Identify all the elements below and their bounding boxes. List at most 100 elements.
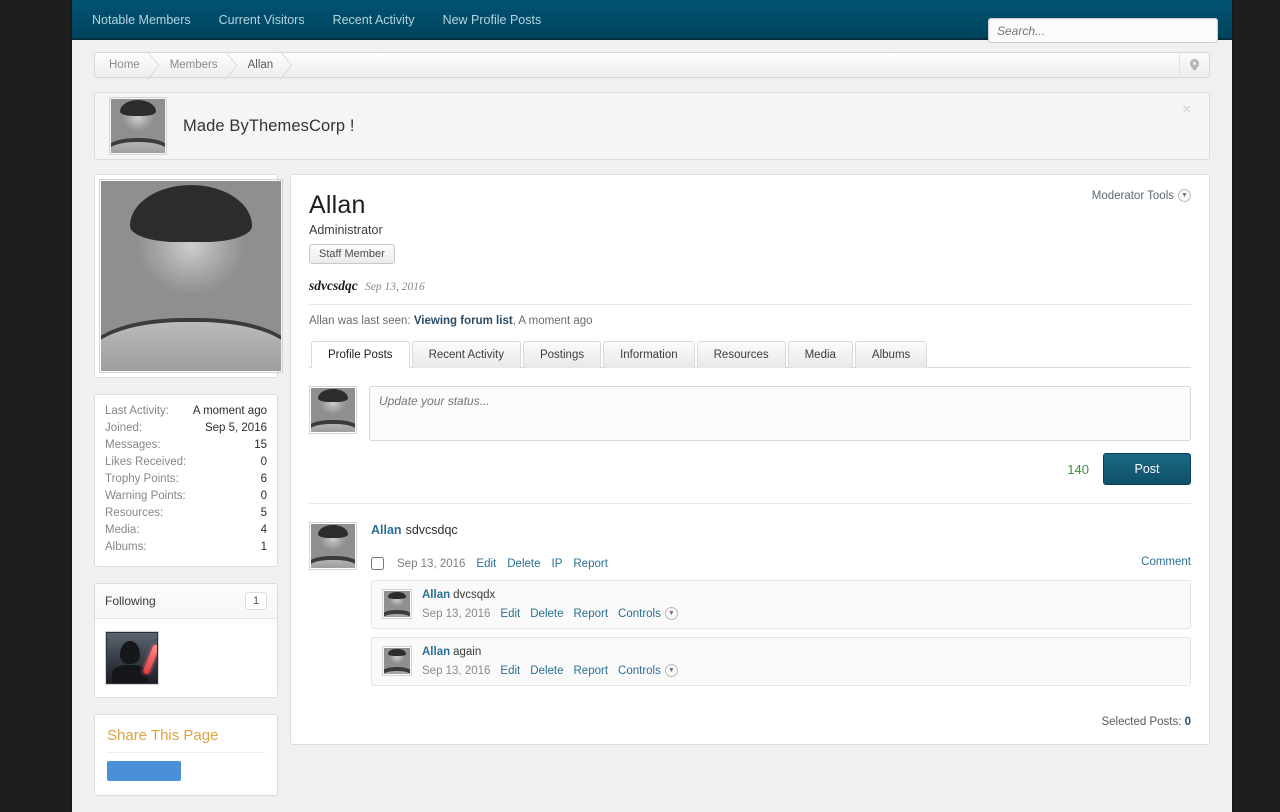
tab-postings[interactable]: Postings <box>522 341 602 368</box>
stat-row: Likes Received: 0 <box>105 454 267 471</box>
breadcrumb: Home Members Allan <box>94 52 1210 78</box>
post-meta: Sep 13, 2016 Edit Delete IP Report <box>371 557 1191 570</box>
selected-posts-count: 0 <box>1184 716 1191 728</box>
stat-row: Warning Points: 0 <box>105 488 267 505</box>
stat-label: Resources: <box>105 507 164 519</box>
tab-albums[interactable]: Albums <box>854 341 928 368</box>
post-edit-link[interactable]: Edit <box>476 558 496 570</box>
notice-text: Made ByThemesCorp ! <box>183 116 355 135</box>
search-input[interactable] <box>988 18 1218 43</box>
tab-resources[interactable]: Resources <box>696 341 786 368</box>
comment-author-avatar[interactable] <box>382 646 412 676</box>
stat-row: Joined: Sep 5, 2016 <box>105 420 267 437</box>
user-title: Administrator <box>309 223 383 237</box>
status-update-actions: 140 Post <box>309 453 1191 485</box>
comment-report-link[interactable]: Report <box>574 608 609 620</box>
comment-edit-link[interactable]: Edit <box>500 665 520 677</box>
comment-controls-label: Controls <box>618 664 661 677</box>
comment-delete-link[interactable]: Delete <box>530 665 563 677</box>
comment-body: Allan again Sep 13, 2016 Edit Delete Repo… <box>422 646 1180 677</box>
user-stats-block: Last Activity: A moment ago Joined: Sep … <box>94 394 278 567</box>
stat-label: Albums: <box>105 541 147 553</box>
comment-edit-link[interactable]: Edit <box>500 608 520 620</box>
profile-tabs: Profile Posts Recent Activity Postings I… <box>309 341 1191 368</box>
comment-message: again <box>453 646 482 658</box>
stat-row: Last Activity: A moment ago <box>105 403 267 420</box>
tab-information[interactable]: Information <box>603 341 695 368</box>
post-delete-link[interactable]: Delete <box>507 558 540 570</box>
nav-recent-activity[interactable]: Recent Activity <box>319 0 429 40</box>
character-counter: 140 <box>1067 461 1089 477</box>
post-report-link[interactable]: Report <box>573 558 608 570</box>
following-block: Following 1 <box>94 583 278 698</box>
nav-current-visitors[interactable]: Current Visitors <box>205 0 319 40</box>
comment-controls-button[interactable]: Controls ▼ <box>618 664 678 677</box>
chevron-down-circle-icon: ▼ <box>1178 189 1191 202</box>
comment-controls-button[interactable]: Controls ▼ <box>618 607 678 620</box>
status-input[interactable] <box>369 386 1191 441</box>
post-ip-link[interactable]: IP <box>552 558 563 570</box>
nav-notable-members[interactable]: Notable Members <box>92 0 205 40</box>
moderator-tools-label: Moderator Tools <box>1091 189 1174 202</box>
stat-value: 0 <box>260 456 267 468</box>
following-list <box>95 619 277 697</box>
chevron-down-circle-icon: ▼ <box>664 607 678 620</box>
stat-value: 15 <box>254 439 267 451</box>
comment-report-link[interactable]: Report <box>574 665 609 677</box>
moderator-tools-button[interactable]: Moderator Tools ▼ <box>1092 189 1191 202</box>
nav-new-profile-posts[interactable]: New Profile Posts <box>429 0 556 40</box>
breadcrumb-item-allan[interactable]: Allan <box>234 53 290 77</box>
divider <box>309 503 1191 504</box>
current-user-avatar <box>309 386 357 434</box>
location-pin-icon[interactable] <box>1179 53 1209 77</box>
stat-value: Sep 5, 2016 <box>204 422 267 434</box>
post-comment-link[interactable]: Comment <box>1141 556 1191 568</box>
top-navigation-bar: Notable Members Current Visitors Recent … <box>72 0 1232 43</box>
stat-label: Media: <box>105 524 140 536</box>
last-seen-link[interactable]: Viewing forum list <box>414 315 513 327</box>
comment-meta: Sep 13, 2016 Edit Delete Report Controls… <box>422 607 1180 620</box>
stat-value: 5 <box>260 507 267 519</box>
user-stats-list: Last Activity: A moment ago Joined: Sep … <box>95 395 277 566</box>
comment-author-link[interactable]: Allan <box>422 589 450 601</box>
stat-value: 1 <box>260 541 267 553</box>
stat-label: Likes Received: <box>105 456 187 468</box>
following-title: Following <box>105 594 156 608</box>
post-date: Sep 13, 2016 <box>397 557 466 570</box>
user-status-line: sdvcsdqc Sep 13, 2016 <box>309 278 1191 305</box>
following-header: Following 1 <box>95 584 277 619</box>
status-badge: Staff Member <box>309 244 395 264</box>
search-container <box>988 18 1218 43</box>
share-facebook-button[interactable] <box>107 761 181 781</box>
stat-value: A moment ago <box>192 405 267 417</box>
post-select-checkbox[interactable] <box>371 557 384 570</box>
user-status-date: Sep 13, 2016 <box>365 281 425 293</box>
notice-close-icon[interactable]: × <box>1176 101 1197 118</box>
post-author-link[interactable]: Allan <box>371 523 402 537</box>
post-button[interactable]: Post <box>1103 453 1191 485</box>
comment-date: Sep 13, 2016 <box>422 607 491 620</box>
profile-post: Allan sdvcsdqc Sep 13, 2016 Edit Delete I… <box>309 522 1191 744</box>
post-author-avatar[interactable] <box>309 522 357 570</box>
page-title: Allan <box>309 191 366 219</box>
comment-delete-link[interactable]: Delete <box>530 608 563 620</box>
status-update-form <box>309 386 1191 441</box>
comment-header: Allan dvcsqdx <box>422 589 1180 601</box>
stat-label: Joined: <box>105 422 143 434</box>
tab-profile-posts[interactable]: Profile Posts <box>311 341 410 368</box>
following-count: 1 <box>245 592 267 610</box>
selected-posts-label: Selected Posts: <box>1101 716 1182 728</box>
stat-value: 0 <box>260 490 267 502</box>
comment-author-avatar[interactable] <box>382 589 412 619</box>
breadcrumb-item-home[interactable]: Home <box>95 53 156 77</box>
profile-photo[interactable] <box>99 179 283 373</box>
vader-avatar[interactable] <box>105 631 159 685</box>
comment-controls-label: Controls <box>618 607 661 620</box>
comment-author-link[interactable]: Allan <box>422 646 450 658</box>
profile-avatar-block <box>94 174 283 378</box>
tab-media[interactable]: Media <box>787 341 853 368</box>
tab-recent-activity[interactable]: Recent Activity <box>411 341 521 368</box>
breadcrumb-item-members[interactable]: Members <box>156 53 234 77</box>
post-message: sdvcsdqc <box>405 523 458 537</box>
comment-meta: Sep 13, 2016 Edit Delete Report Controls… <box>422 664 1180 677</box>
